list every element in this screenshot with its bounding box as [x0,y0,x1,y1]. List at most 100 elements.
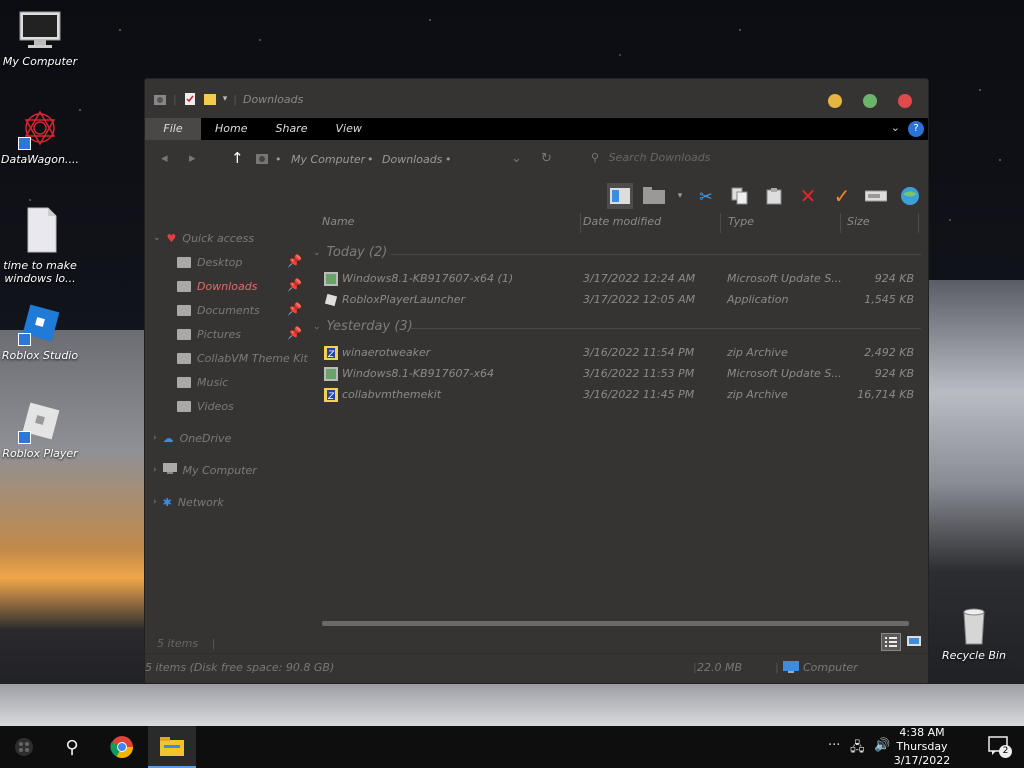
chevron-down-icon[interactable]: ⌄ [153,233,161,243]
column-header-type[interactable]: Type [728,215,754,228]
sidebar-item-desktop[interactable]: Desktop [177,253,242,271]
wallpaper-mountains-left [0,330,150,730]
checkmark-icon[interactable]: ✓ [829,183,855,209]
clock[interactable]: 4:38 AM Thursday 3/17/2022 [886,726,958,768]
chevron-down-icon[interactable]: ⌄ [313,248,321,258]
column-divider[interactable] [720,213,721,233]
globe-icon[interactable] [897,183,923,209]
update-package-icon [324,272,338,286]
separator: | [211,637,216,650]
file-row[interactable]: RobloxPlayerLauncher 3/17/2022 12:05 AM … [322,290,922,310]
pin-icon[interactable]: 📌 [287,254,302,268]
group-header-today[interactable]: ⌄ Today (2) [313,245,387,260]
back-arrow-icon[interactable]: ◂ [161,151,168,166]
file-row[interactable]: Windows8.1-KB917607-x64 (1) 3/17/2022 12… [322,269,922,289]
network-status-icon[interactable]: 🖧 [850,738,865,760]
taskbar-chrome[interactable] [98,726,146,768]
taskbar-file-explorer[interactable] [148,726,196,768]
tab-home[interactable]: Home [201,118,261,140]
chevron-right-icon[interactable]: › [153,433,157,443]
chevron-right-icon[interactable]: › [153,465,157,475]
search-icon: ⚲ [591,151,600,164]
file-row[interactable]: Z collabvmthemekit 3/16/2022 11:45 PM zi… [322,385,922,405]
delete-icon[interactable]: ✕ [795,183,821,209]
close-button[interactable] [898,94,912,108]
rename-icon[interactable] [863,183,889,209]
desktop-icon-my-computer[interactable]: My Computer [0,10,80,68]
help-button[interactable]: ? [908,121,924,137]
large-icons-view-button[interactable] [905,633,925,651]
sidebar-item-label: Desktop [197,255,243,269]
sidebar-item-collabvm-theme-kit[interactable]: CollabVM Theme Kit [177,349,308,367]
desktop-icon-roblox-studio[interactable]: Roblox Studio [0,304,80,362]
start-button[interactable] [0,726,48,768]
column-header-size[interactable]: Size [847,215,870,228]
file-row[interactable]: Z winaerotweaker 3/16/2022 11:54 PM zip … [322,343,922,363]
notifications-button[interactable]: 2 [988,736,1012,758]
details-view-button[interactable] [881,633,901,651]
folder-icon [177,352,191,364]
show-hidden-icons[interactable]: ··· [828,738,840,753]
chevron-right-icon[interactable]: › [153,497,157,507]
properties-icon[interactable] [183,92,197,106]
svg-text:Z: Z [327,392,335,402]
group-header-yesterday[interactable]: ⌄ Yesterday (3) [313,319,413,334]
maximize-button[interactable] [863,94,877,108]
column-header-name[interactable]: Name [322,215,354,228]
pin-icon[interactable]: 📌 [287,278,302,292]
status-items-count: 5 items | [157,637,215,650]
breadcrumb-downloads[interactable]: Downloads [382,153,442,166]
copy-icon[interactable] [727,183,753,209]
sidebar-item-documents[interactable]: Documents [177,301,260,319]
file-name: collabvmthemekit [342,388,442,401]
sidebar-item-my-computer[interactable]: › My Computer [153,461,257,479]
preview-pane-icon[interactable] [607,183,633,209]
tab-share[interactable]: Share [261,118,321,140]
quick-access-dropdown-icon[interactable]: ▾ [223,94,228,104]
desktop-icon-label: Recycle Bin [942,649,1006,662]
shortcut-arrow-icon [18,431,31,444]
desktop-icon-datawagon[interactable]: DataWagon.... [0,108,80,166]
sidebar-item-downloads[interactable]: Downloads [177,277,257,295]
dropdown-icon[interactable]: ▾ [675,183,685,209]
tab-view[interactable]: View [321,118,375,140]
breadcrumb-my-computer[interactable]: My Computer [291,153,365,166]
address-dropdown-icon[interactable]: ⌄ [511,151,522,166]
desktop-icon-roblox-player[interactable]: Roblox Player [0,402,80,460]
search-button[interactable]: ⚲ [48,726,96,768]
up-arrow-icon[interactable]: ↑ [231,149,244,167]
sidebar-item-quick-access[interactable]: ⌄ ♥ Quick access [153,229,254,247]
cut-icon[interactable]: ✂ [693,183,719,209]
sidebar-item-network[interactable]: › ✱ Network [153,493,224,511]
desktop-icon-recycle-bin[interactable]: Recycle Bin [934,604,1014,662]
sidebar-item-pictures[interactable]: Pictures [177,325,241,343]
column-divider[interactable] [918,213,919,233]
refresh-icon[interactable]: ↻ [541,151,552,166]
search-input[interactable]: ⚲ Search Downloads [591,151,921,164]
tab-file[interactable]: File [145,118,201,140]
desktop-icon-text-file[interactable]: time to make windows lo... [0,206,80,285]
pin-icon[interactable]: 📌 [287,302,302,316]
column-header-date[interactable]: Date modified [583,215,661,228]
pin-icon[interactable]: 📌 [287,326,302,340]
expand-ribbon-icon[interactable]: ⌄ [891,121,900,134]
horizontal-scrollbar[interactable] [322,621,909,626]
file-type: zip Archive [727,388,788,401]
sidebar-item-music[interactable]: Music [177,373,228,391]
file-row[interactable]: Windows8.1-KB917607-x64 3/16/2022 11:53 … [322,364,922,384]
sidebar-item-label: My Computer [182,463,257,477]
file-type: Microsoft Update S... [727,272,842,285]
sidebar-item-onedrive[interactable]: › ☁ OneDrive [153,429,231,447]
column-divider[interactable] [580,213,581,233]
forward-arrow-icon[interactable]: ▸ [189,151,196,166]
column-divider[interactable] [840,213,841,233]
chevron-down-icon[interactable]: ⌄ [313,322,321,332]
folder-icon[interactable] [641,183,667,209]
sidebar-item-videos[interactable]: Videos [177,397,234,415]
title-bar: | ▾ | Downloads [145,79,928,119]
new-folder-icon[interactable] [203,92,217,106]
paste-icon[interactable] [761,183,787,209]
minimize-button[interactable] [828,94,842,108]
documents-folder-icon [177,304,191,316]
file-name: Windows8.1-KB917607-x64 [342,367,495,380]
